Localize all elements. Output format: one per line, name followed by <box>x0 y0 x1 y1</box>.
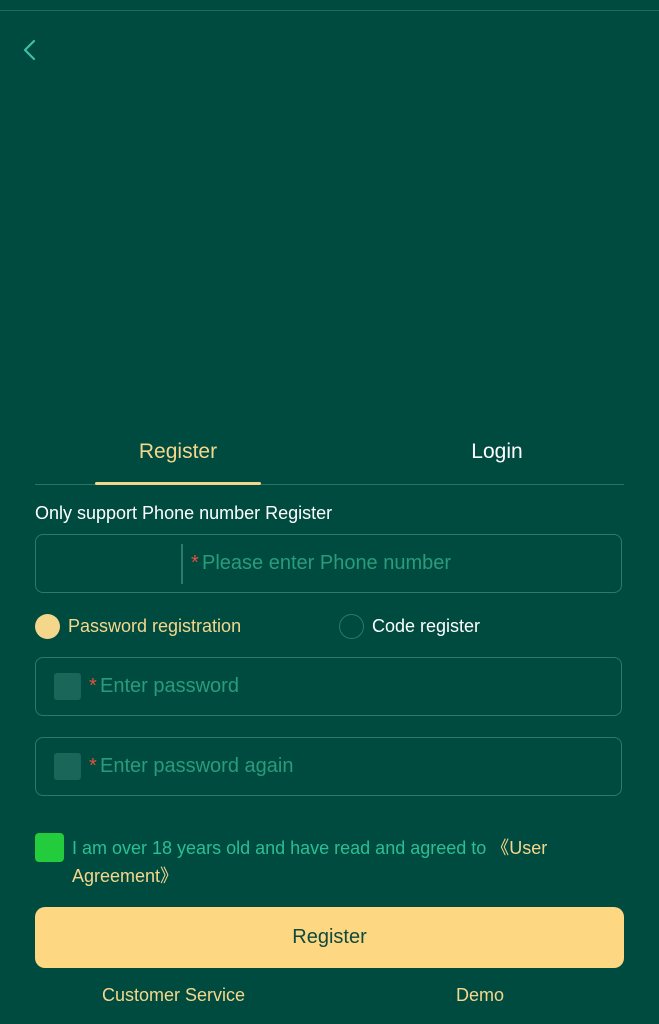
password-again-visibility-toggle-icon[interactable] <box>54 753 81 780</box>
active-tab-indicator <box>95 482 261 485</box>
top-divider <box>0 10 659 11</box>
phone-separator <box>181 544 183 584</box>
required-mark: * <box>89 754 97 777</box>
password-again-input[interactable] <box>100 738 610 794</box>
required-mark: * <box>191 551 199 574</box>
tab-register-label: Register <box>138 440 218 463</box>
code-register-label: Code register <box>372 615 481 636</box>
radio-selected-icon <box>35 613 60 639</box>
chevron-left-icon <box>23 39 36 61</box>
country-code-selector[interactable] <box>36 535 182 591</box>
demo-link[interactable]: Demo <box>456 985 504 1006</box>
auth-tabs: Register Login <box>35 420 624 485</box>
password-input[interactable] <box>100 658 610 714</box>
phone-input[interactable] <box>202 535 612 591</box>
required-mark: * <box>89 674 97 697</box>
agreement-statement: I am over 18 years old and have read and… <box>72 838 492 858</box>
radio-unselected-icon <box>339 613 364 639</box>
register-button[interactable]: Register <box>35 907 624 968</box>
password-field: * <box>35 657 622 716</box>
back-button[interactable] <box>14 34 44 66</box>
password-registration-label: Password registration <box>68 615 242 636</box>
agreement-text: I am over 18 years old and have read and… <box>72 834 612 890</box>
password-registration-option[interactable]: Password registration <box>35 612 241 640</box>
tab-register[interactable]: Register <box>95 420 261 484</box>
agreement-checkbox[interactable] <box>35 833 64 862</box>
code-register-option[interactable]: Code register <box>339 612 480 640</box>
customer-service-link[interactable]: Customer Service <box>102 985 245 1006</box>
password-visibility-toggle-icon[interactable] <box>54 673 81 700</box>
phone-field: * <box>35 534 622 593</box>
password-again-field: * <box>35 737 622 796</box>
tab-login[interactable]: Login <box>390 420 604 484</box>
tab-login-label: Login <box>471 440 523 463</box>
register-hint: Only support Phone number Register <box>35 503 333 523</box>
